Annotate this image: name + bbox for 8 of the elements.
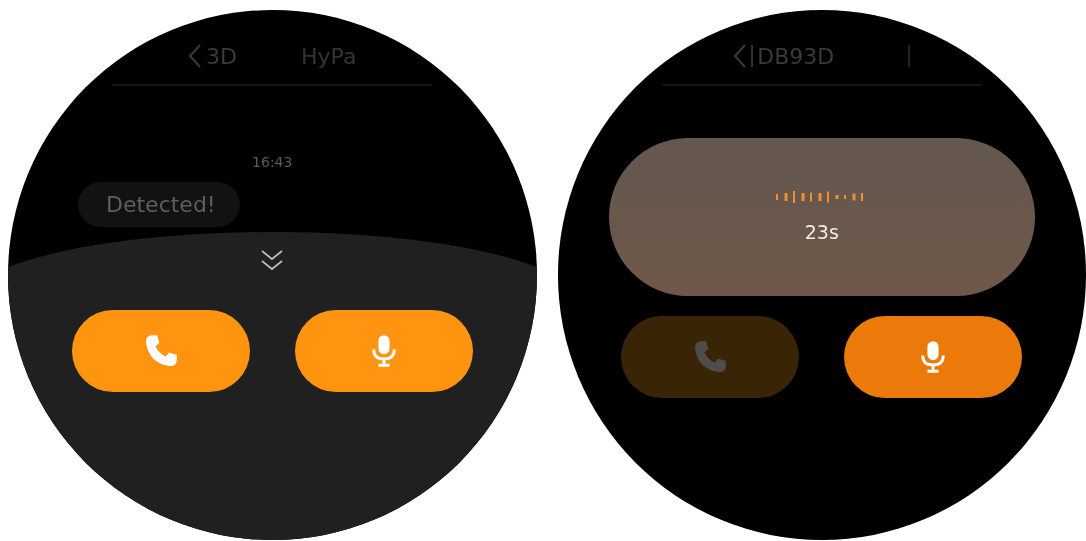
back-button[interactable]: 3D [188,43,238,69]
message-bubble: Detected! [78,182,240,227]
message-time: 16:43 [252,154,293,170]
back-button[interactable]: DB93D [733,43,835,69]
back-chevron-icon [188,43,203,69]
divider-mark [908,45,911,67]
back-chevron-icon [733,43,748,69]
elapsed-time: 23s [804,221,839,243]
